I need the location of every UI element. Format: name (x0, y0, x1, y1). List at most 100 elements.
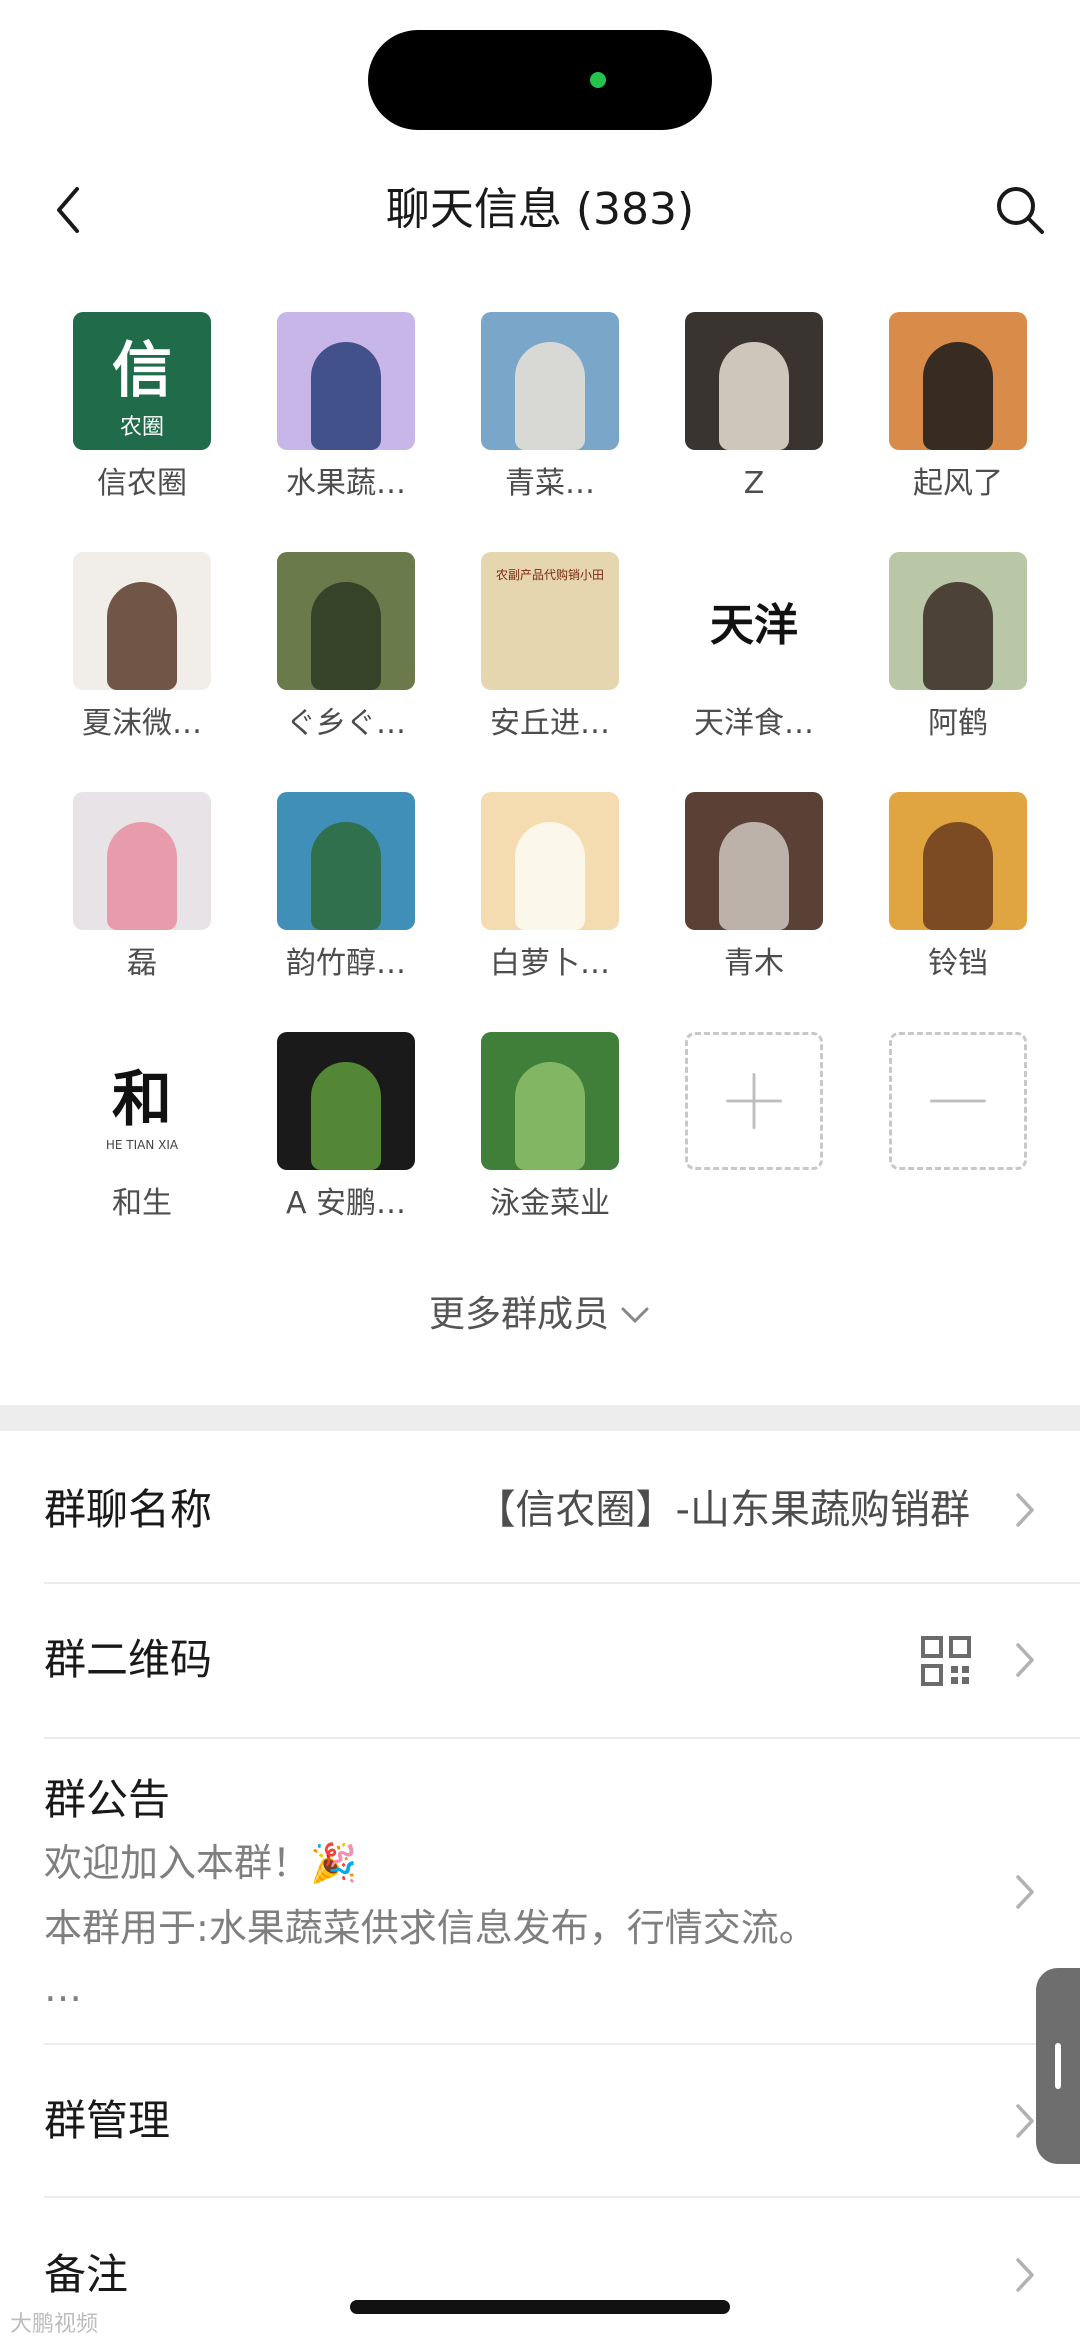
member-name: 白萝卜… (490, 946, 610, 981)
notice-line-3: … (44, 1966, 82, 2010)
chevron-right-icon (1010, 1635, 1040, 1685)
avatar-figure (515, 1062, 585, 1170)
avatar-logo-text: 信 (112, 335, 172, 406)
avatar-figure (515, 342, 585, 450)
member-avatar[interactable]: 和 HE TIAN XIA (73, 1032, 211, 1170)
member-avatar[interactable] (73, 552, 211, 690)
camera-indicator-dot (590, 72, 606, 88)
group-qr-label: 群二维码 (44, 1635, 213, 1684)
qr-code-icon (920, 1635, 972, 1687)
member-avatar[interactable] (481, 312, 619, 450)
member-item[interactable]: Z (652, 312, 856, 552)
group-name-value: 【信农圈】-山东果蔬购销群 (475, 1487, 970, 1533)
member-avatar[interactable] (889, 312, 1027, 450)
more-members-label: 更多群成员 (428, 1294, 609, 1335)
avatar-figure (311, 822, 381, 930)
member-name: 天洋食… (694, 706, 814, 741)
member-item[interactable]: 白萝卜… (448, 792, 652, 1032)
avatar-card-text: 农副产品代购销小田 (495, 568, 604, 582)
avatar-logo-text: 和 (112, 1064, 172, 1135)
member-avatar[interactable] (277, 792, 415, 930)
floating-side-handle[interactable] (1036, 1968, 1080, 2164)
more-members-button[interactable]: 更多群成员 (0, 1290, 1080, 1340)
member-item[interactable]: 磊 (40, 792, 244, 1032)
divider (44, 1737, 1080, 1739)
chevron-right-icon (1010, 1867, 1040, 1917)
member-avatar[interactable] (889, 552, 1027, 690)
member-name: 青木 (724, 946, 784, 981)
member-name: ぐ乡ぐ… (286, 706, 406, 741)
home-indicator[interactable] (350, 2300, 730, 2314)
page-title: 聊天信息 (383) (385, 184, 695, 235)
member-item[interactable]: 起风了 (856, 312, 1060, 552)
avatar-figure (311, 342, 381, 450)
member-avatar[interactable] (277, 552, 415, 690)
chevron-right-icon (1010, 2250, 1040, 2300)
member-name: 安丘进… (490, 706, 610, 741)
member-name: 阿鹤 (928, 706, 988, 741)
divider (44, 2043, 1080, 2045)
member-item[interactable]: 韵竹醇… (244, 792, 448, 1032)
group-manage-label: 群管理 (44, 2096, 171, 2145)
group-qr-row[interactable]: 群二维码 (0, 1585, 1080, 1735)
group-notice-row[interactable]: 群公告 欢迎加入本群！🎉 本群用于:水果蔬菜供求信息发布，行情交流。 … (0, 1740, 1080, 2040)
member-item[interactable]: 天洋天洋食… (652, 552, 856, 792)
member-name: 磊 (127, 946, 157, 981)
avatar-figure (107, 582, 177, 690)
add-member-button[interactable] (652, 1032, 856, 1272)
member-avatar[interactable] (685, 312, 823, 450)
avatar-logo-text: 天洋 (710, 600, 798, 651)
member-avatar[interactable] (889, 792, 1027, 930)
member-avatar[interactable]: 农副产品代购销小田 (481, 552, 619, 690)
member-avatar[interactable] (277, 1032, 415, 1170)
avatar-logo-subtext: 农圈 (119, 414, 164, 440)
remark-row[interactable]: 备注 (0, 2200, 1080, 2340)
member-item[interactable]: 阿鹤 (856, 552, 1060, 792)
member-avatar[interactable] (481, 792, 619, 930)
member-grid: 信农圈 信农圈 水果蔬… 青菜… Z 起风了 夏沫微… ぐ乡ぐ… 农副产品代购销小田 安丘进… 天洋… (40, 312, 1040, 1272)
member-item[interactable]: 和 HE TIAN XIA 和生 (40, 1032, 244, 1272)
avatar-figure (311, 1062, 381, 1170)
avatar-figure (719, 342, 789, 450)
member-item[interactable]: 铃铛 (856, 792, 1060, 1032)
group-name-row[interactable]: 群聊名称 【信农圈】-山东果蔬购销群 (0, 1460, 1080, 1570)
member-item[interactable]: ぐ乡ぐ… (244, 552, 448, 792)
avatar-figure (311, 582, 381, 690)
member-item[interactable]: 青木 (652, 792, 856, 1032)
member-avatar[interactable] (481, 1032, 619, 1170)
member-name: 和生 (112, 1186, 172, 1221)
avatar-figure (923, 342, 993, 450)
member-item[interactable]: 水果蔬… (244, 312, 448, 552)
member-name: 水果蔬… (286, 466, 406, 501)
member-avatar[interactable]: 天洋 (685, 552, 823, 690)
member-name: 铃铛 (928, 946, 988, 981)
minus-icon (889, 1032, 1027, 1170)
member-name: Z (743, 466, 765, 501)
member-name: 起风了 (913, 466, 1003, 501)
member-item[interactable]: 信农圈 信农圈 (40, 312, 244, 552)
group-notice-label: 群公告 (44, 1775, 171, 1824)
group-name-label: 群聊名称 (44, 1485, 213, 1534)
search-icon[interactable] (990, 180, 1050, 240)
member-name: 夏沫微… (82, 706, 202, 741)
member-item[interactable]: 夏沫微… (40, 552, 244, 792)
avatar-figure (107, 822, 177, 930)
chevron-down-icon (621, 1307, 649, 1324)
member-item[interactable]: 青菜… (448, 312, 652, 552)
remove-member-button[interactable] (856, 1032, 1060, 1272)
divider (44, 2196, 1080, 2198)
group-manage-row[interactable]: 群管理 (0, 2046, 1080, 2196)
member-item[interactable]: 农副产品代购销小田安丘进… (448, 552, 652, 792)
chevron-right-icon (1010, 1485, 1040, 1535)
watermark: 大鹏视频 (10, 2312, 99, 2337)
avatar-figure (515, 822, 585, 930)
member-avatar[interactable]: 信农圈 (73, 312, 211, 450)
member-item[interactable]: 泳金菜业 (448, 1032, 652, 1272)
avatar-figure (719, 822, 789, 930)
member-avatar[interactable] (685, 792, 823, 930)
member-avatar[interactable] (73, 792, 211, 930)
nav-bar: 聊天信息 (383) (0, 160, 1080, 260)
member-item[interactable]: A 安鹏… (244, 1032, 448, 1272)
member-avatar[interactable] (277, 312, 415, 450)
avatar-logo-subtext: HE TIAN XIA (105, 1137, 179, 1152)
